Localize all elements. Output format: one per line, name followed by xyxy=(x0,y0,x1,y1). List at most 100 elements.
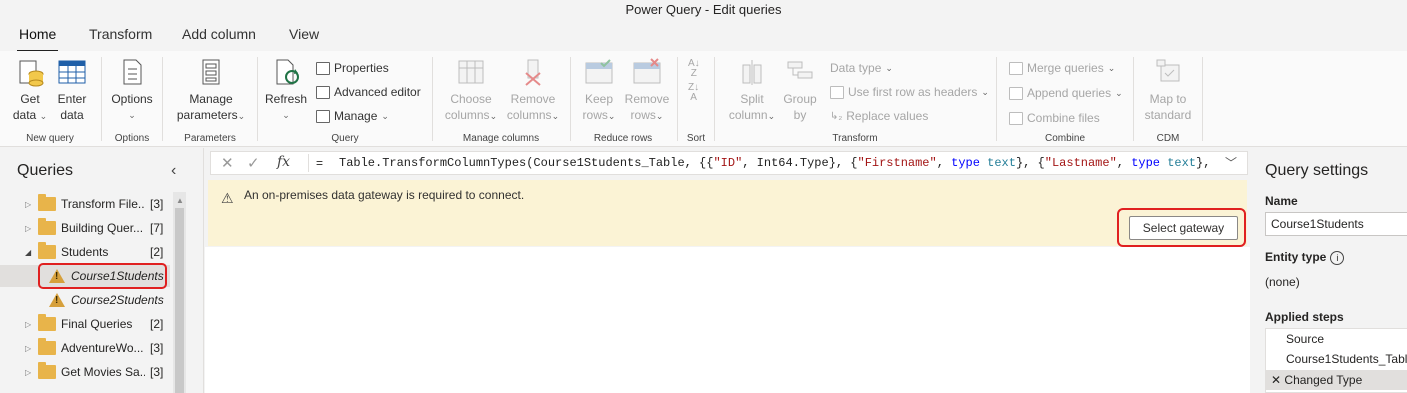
sort-descending-button[interactable]: Z↓ A xyxy=(688,83,699,103)
manage-parameters-button[interactable]: Manage parameters⌄ xyxy=(171,57,251,124)
sort-group-label: Sort xyxy=(686,133,706,144)
cdm-group-label: CDM xyxy=(1156,133,1180,144)
remove-rows-button[interactable]: Remove rows⌄ xyxy=(623,57,671,124)
properties-label: Properties xyxy=(334,61,389,75)
group-by-label: Group xyxy=(783,92,817,106)
query-folder-count: [3] xyxy=(150,197,164,211)
map-to-standard-label-2: standard xyxy=(1144,108,1192,122)
scrollbar-thumb[interactable] xyxy=(175,208,184,393)
database-icon xyxy=(15,57,45,87)
query-folder-building-queries[interactable]: ▷ Building Quer... [7] xyxy=(0,217,170,239)
collapse-pane-icon[interactable]: ‹ xyxy=(171,162,176,180)
cancel-formula-icon[interactable]: ✕ xyxy=(221,154,234,172)
enter-data-label: Enter xyxy=(57,92,87,106)
step-label: Changed Type xyxy=(1284,373,1363,387)
parameters-icon xyxy=(196,57,226,87)
data-type-button[interactable]: Data type ⌄ xyxy=(830,61,893,75)
folder-icon xyxy=(38,338,56,355)
remove-columns-icon xyxy=(518,57,548,87)
chevron-down-icon: ⌄ xyxy=(282,110,290,120)
data-type-label: Data type xyxy=(830,61,882,75)
properties-button[interactable]: Properties xyxy=(316,61,389,75)
chevron-down-icon: ⌄ xyxy=(767,111,776,121)
step-changed-type[interactable]: ✕ Changed Type xyxy=(1266,370,1407,390)
formula-type: text xyxy=(1167,156,1197,170)
replace-values-button[interactable]: ↳₂ Replace values xyxy=(830,109,928,123)
step-course1students-table[interactable]: Course1Students_Table xyxy=(1286,352,1407,366)
formula-type: text xyxy=(987,156,1016,170)
remove-columns-button[interactable]: Remove columns⌄ xyxy=(503,57,563,124)
query-item-course1students[interactable]: Course1Students xyxy=(0,263,170,289)
query-folder-transform-file[interactable]: ▷ Transform File... [3] xyxy=(0,193,170,215)
map-to-standard-label: Map to xyxy=(1149,92,1187,106)
formula-input[interactable]: Table.TransformColumnTypes(Course1Studen… xyxy=(339,156,1210,170)
keep-rows-button[interactable]: Keep rows⌄ xyxy=(577,57,621,124)
confirm-formula-icon[interactable]: ✓ xyxy=(247,154,260,172)
combine-files-button[interactable]: Combine files xyxy=(1009,111,1100,125)
tab-add-column[interactable]: Add column xyxy=(182,26,256,42)
sort-ascending-button[interactable]: A↓ Z xyxy=(688,59,700,79)
scroll-up-icon[interactable]: ▲ xyxy=(176,196,184,205)
group-reduce-rows: Keep rows⌄ Remove rows⌄ Reduce rows xyxy=(571,51,675,147)
delete-step-icon[interactable]: ✕ xyxy=(1271,373,1281,387)
get-data-button[interactable]: Get data ⌄ xyxy=(12,57,48,124)
enter-data-label-2: data xyxy=(60,108,84,122)
group-cdm: Map to standard CDM xyxy=(1134,51,1202,147)
folder-icon xyxy=(38,218,56,235)
query-folder-final-queries[interactable]: ▷ Final Queries [2] xyxy=(0,313,170,335)
remove-columns-label-2: columns xyxy=(506,108,552,122)
chevron-down-icon: ⌄ xyxy=(381,110,389,121)
manage-icon xyxy=(316,109,330,123)
tab-home[interactable]: Home xyxy=(16,26,59,52)
tab-view[interactable]: View xyxy=(289,26,319,42)
select-gateway-button[interactable]: Select gateway xyxy=(1129,216,1238,240)
use-first-row-button[interactable]: Use first row as headers ⌄ xyxy=(830,85,989,99)
merge-queries-button[interactable]: Merge queries ⌄ xyxy=(1009,61,1115,75)
query-folder-get-movies[interactable]: ▷ Get Movies Sa... [3] xyxy=(0,361,170,383)
options-group-label: Options xyxy=(114,133,150,144)
manage-button[interactable]: Manage ⌄ xyxy=(316,109,389,123)
function-icon[interactable]: fx xyxy=(277,154,290,170)
map-to-standard-button[interactable]: Map to standard xyxy=(1140,57,1196,123)
folder-icon xyxy=(38,194,56,211)
advanced-editor-label: Advanced editor xyxy=(334,85,421,99)
split-column-button[interactable]: Split column⌄ xyxy=(725,57,779,124)
options-button[interactable]: Options ⌄ xyxy=(108,57,156,123)
tab-transform[interactable]: Transform xyxy=(89,26,152,42)
query-folder-adventureworks[interactable]: ▷ AdventureWo... [3] xyxy=(0,337,170,359)
group-by-button[interactable]: Group by xyxy=(781,57,819,123)
manage-parameters-label: Manage xyxy=(189,92,233,106)
combine-files-label: Combine files xyxy=(1027,111,1100,125)
step-source[interactable]: Source xyxy=(1286,332,1324,346)
query-folder-count: [3] xyxy=(150,365,164,379)
options-label: Options xyxy=(111,92,153,106)
remove-rows-label-2: rows xyxy=(630,108,656,122)
query-folder-count: [3] xyxy=(150,341,164,355)
choose-columns-button[interactable]: Choose columns⌄ xyxy=(441,57,501,124)
collapse-arrow-icon: ◢ xyxy=(25,247,32,257)
query-name-field[interactable]: Course1Students xyxy=(1265,212,1407,236)
chevron-down-icon: ⌄ xyxy=(981,86,989,97)
append-queries-button[interactable]: Append queries ⌄ xyxy=(1009,86,1123,100)
expand-formula-icon[interactable]: ﹀ xyxy=(1225,154,1237,171)
group-by-label-2: by xyxy=(793,108,807,122)
ribbon-tabs: Home Transform Add column View xyxy=(0,22,1407,52)
refresh-button[interactable]: Refresh ⌄ xyxy=(264,57,308,123)
query-folder-students[interactable]: ◢ Students [2] xyxy=(0,241,170,263)
warning-icon: ⚠ xyxy=(221,190,234,206)
combine-files-icon xyxy=(1009,111,1023,125)
manage-parameters-label-2: parameters xyxy=(176,108,238,122)
choose-columns-label-2: columns xyxy=(444,108,490,122)
query-item-course2students[interactable]: Course2Students xyxy=(0,289,170,311)
manage-label: Manage xyxy=(334,109,378,123)
formula-divider xyxy=(308,154,309,172)
advanced-editor-button[interactable]: Advanced editor xyxy=(316,85,421,99)
info-icon[interactable]: i xyxy=(1330,251,1345,265)
formula-string: "Lastname" xyxy=(1044,156,1117,170)
enter-data-button[interactable]: Enter data xyxy=(54,57,90,123)
ribbon: Get data ⌄ Enter data New query Options … xyxy=(0,51,1407,147)
new-query-group-label: New query xyxy=(26,133,74,144)
expand-arrow-icon: ▷ xyxy=(25,343,32,353)
queries-scrollbar[interactable]: ▲ xyxy=(173,192,186,393)
folder-icon xyxy=(38,242,56,259)
